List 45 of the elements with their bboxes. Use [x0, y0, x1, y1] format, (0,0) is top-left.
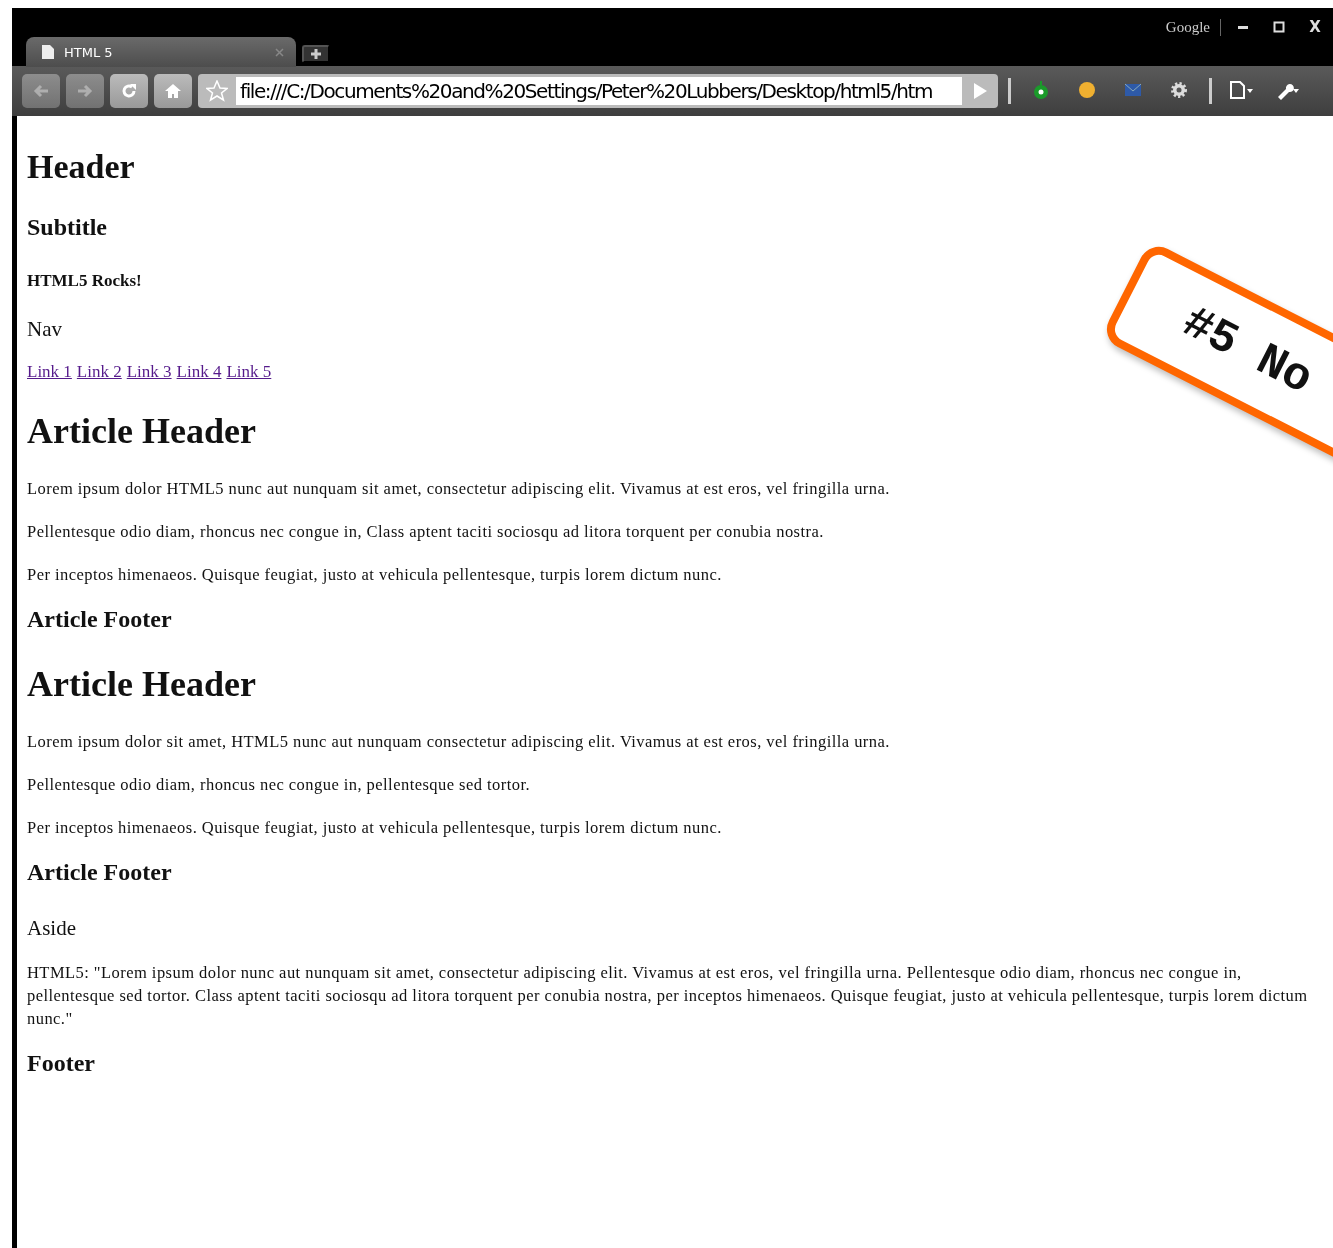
paragraph: Lorem ipsum dolor sit amet, HTML5 nunc aut nunquam consectetur adipiscing elit. Vivamus at est eros, vel fringilla urna. — [27, 731, 891, 753]
brand-label: Google — [1165, 18, 1221, 36]
left-arrow-icon — [32, 82, 50, 100]
paragraph: HTML5: "Lorem ipsum dolor nunc aut nunquam sit amet, consectetur adipiscing elit. Vivamus at est eros, vel fringilla urna. Pellentesque odio diam, rhoncus nec congue in, pellentesque sed tortor. Class aptent taciti sociosqu ad litora torquent per conubia nostra, per inceptos himenaeos. Quisque feugiat, justo at vehicula pellentesque, turpis lorem dictum nunc." — [27, 962, 1309, 1030]
maximize-icon — [1273, 21, 1285, 33]
close-button[interactable]: X — [1297, 16, 1333, 38]
new-tab-button[interactable] — [302, 45, 330, 63]
section-label: Aside — [27, 916, 76, 941]
home-button[interactable] — [154, 74, 192, 108]
tagline: HTML5 Rocks! — [27, 271, 142, 291]
section-heading: Article Footer — [27, 859, 172, 886]
nav-link[interactable]: Link 1 — [27, 362, 72, 382]
minimize-icon — [1238, 25, 1248, 29]
nav-link[interactable]: Link 4 — [176, 362, 222, 382]
page-heading: Header — [27, 148, 135, 186]
home-icon — [164, 82, 182, 100]
wrench-menu-icon[interactable] — [1276, 81, 1300, 101]
page-menu-icon[interactable] — [1230, 81, 1254, 101]
browser-tab[interactable]: HTML 5 — [26, 37, 296, 67]
nav-link[interactable]: Link 5 — [226, 362, 272, 382]
paragraph: Lorem ipsum dolor HTML5 nunc aut nunquam sit amet, consectetur adipiscing elit. Vivamus at est eros, vel fringilla urna. — [27, 478, 891, 500]
article-heading: Article Header — [27, 410, 256, 452]
section-label: Nav — [27, 317, 62, 342]
circle-icon[interactable] — [1032, 81, 1050, 101]
right-arrow-icon — [76, 82, 94, 100]
plus-icon — [311, 49, 321, 59]
paragraph: Pellentesque odio diam, rhoncus nec congue in, pellentesque sed tortor. — [27, 774, 531, 796]
tab-title: HTML 5 — [64, 44, 113, 60]
settings-icon[interactable] — [1170, 81, 1188, 101]
url-text: file:///C:/Documents%20and%20Settings/Peter%20Lubbers/Desktop/html5/htm — [236, 77, 962, 105]
section-heading: Subtitle — [27, 214, 107, 241]
reload-icon — [120, 82, 138, 100]
address-bar[interactable]: file:///C:/Documents%20and%20Settings/Peter%20Lubbers/Desktop/html5/htm — [198, 74, 998, 108]
nav-link[interactable]: Link 2 — [76, 362, 122, 382]
section-heading: Article Footer — [27, 606, 172, 633]
nav-link[interactable]: Link 3 — [126, 362, 172, 382]
paragraph: Per inceptos himenaeos. Quisque feugiat, justo at vehicula pellentesque, turpis lorem dictum nunc. — [27, 564, 723, 586]
paragraph: Pellentesque odio diam, rhoncus nec congue in, Class aptent taciti sociosqu ad litora torquent per conubia nostra. — [27, 521, 825, 543]
reload-button[interactable] — [110, 74, 148, 108]
page-icon — [42, 45, 54, 59]
paragraph: Per inceptos himenaeos. Quisque feugiat, justo at vehicula pellentesque, turpis lorem dictum nunc. — [27, 817, 723, 839]
section-heading: Footer — [27, 1050, 95, 1077]
star-icon[interactable] — [206, 80, 228, 102]
article-heading: Article Header — [27, 663, 256, 705]
circle-icon[interactable] — [1078, 81, 1096, 101]
